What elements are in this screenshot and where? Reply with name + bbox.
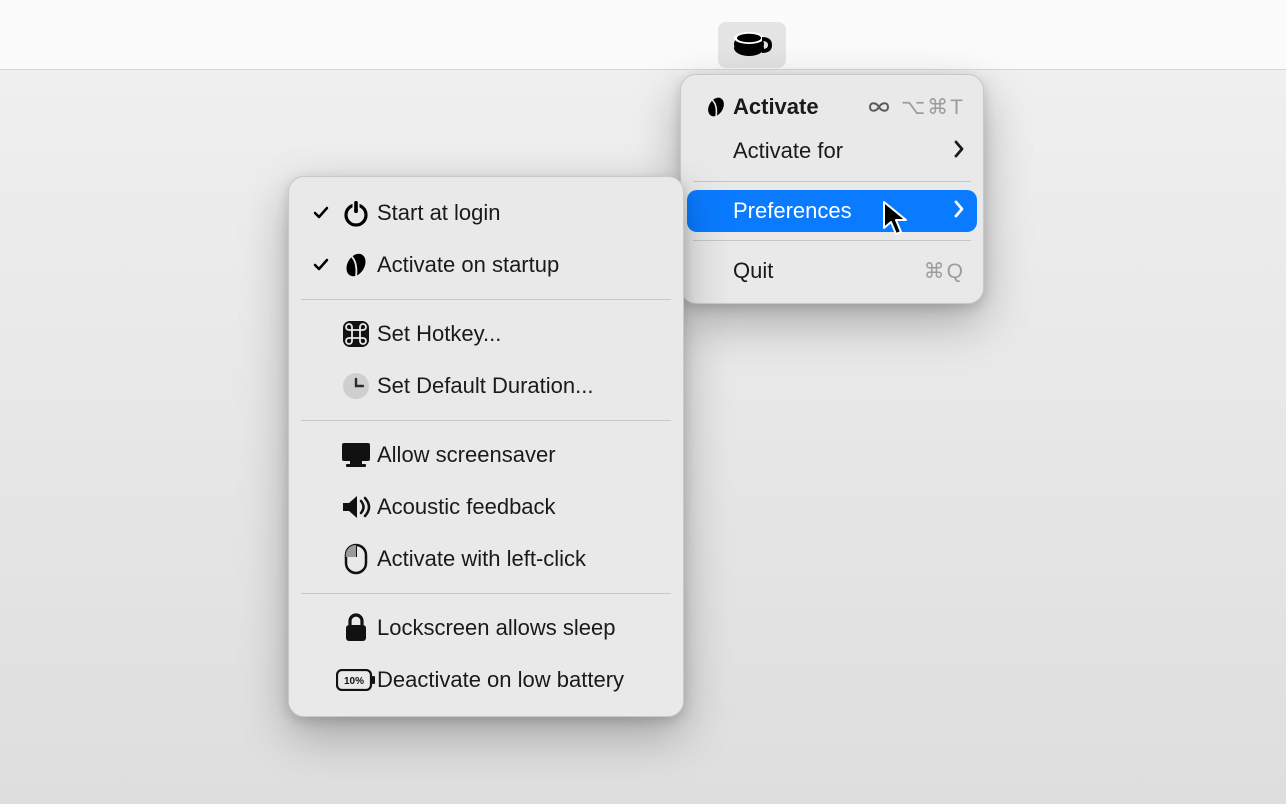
preferences-submenu: Start at login Activate on startup Set H…	[288, 176, 684, 717]
chevron-right-icon	[953, 198, 965, 224]
menu-shortcut: ⌥⌘T	[901, 95, 965, 120]
clock-icon	[335, 371, 377, 401]
pref-lockscreen-sleep[interactable]: Lockscreen allows sleep	[289, 602, 683, 654]
menu-item-label: Activate for	[733, 138, 943, 164]
command-key-icon	[335, 319, 377, 349]
pref-deactivate-low-battery[interactable]: 10% Deactivate on low battery	[289, 654, 683, 706]
speaker-icon	[335, 493, 377, 521]
pref-label: Activate on startup	[377, 252, 661, 278]
checkmark-icon	[307, 256, 335, 274]
battery-icon: 10%	[335, 669, 377, 691]
menubar	[0, 0, 1286, 70]
pref-label: Acoustic feedback	[377, 494, 661, 520]
menu-item-quit[interactable]: Quit ⌘Q	[681, 249, 983, 293]
menu-separator	[301, 420, 671, 421]
pref-allow-screensaver[interactable]: Allow screensaver	[289, 429, 683, 481]
svg-text:10%: 10%	[344, 676, 364, 687]
pref-activate-on-startup[interactable]: Activate on startup	[289, 239, 683, 291]
pref-label: Set Default Duration...	[377, 373, 661, 399]
menubar-app-icon[interactable]	[718, 22, 786, 68]
infinity-icon	[867, 100, 891, 114]
checkmark-icon	[307, 204, 335, 222]
coffee-cup-icon	[732, 25, 772, 66]
pref-label: Lockscreen allows sleep	[377, 615, 661, 641]
menu-item-label: Preferences	[733, 198, 943, 224]
pref-label: Set Hotkey...	[377, 321, 661, 347]
pref-activate-left-click[interactable]: Activate with left-click	[289, 533, 683, 585]
monitor-icon	[335, 441, 377, 469]
bean-icon	[335, 251, 377, 279]
menu-shortcut: ⌘Q	[924, 259, 965, 284]
mouse-icon	[335, 543, 377, 575]
main-menu: Activate ⌥⌘T Activate for Preferences Qu…	[680, 74, 984, 304]
pref-label: Allow screensaver	[377, 442, 661, 468]
pref-start-at-login[interactable]: Start at login	[289, 187, 683, 239]
pref-label: Deactivate on low battery	[377, 667, 661, 693]
lock-icon	[335, 613, 377, 643]
chevron-right-icon	[953, 138, 965, 164]
pref-set-hotkey[interactable]: Set Hotkey...	[289, 308, 683, 360]
menu-separator	[693, 240, 971, 241]
pref-acoustic-feedback[interactable]: Acoustic feedback	[289, 481, 683, 533]
menu-separator	[301, 593, 671, 594]
menu-item-activate-for[interactable]: Activate for	[681, 129, 983, 173]
power-icon	[335, 198, 377, 228]
menu-separator	[301, 299, 671, 300]
pref-label: Activate with left-click	[377, 546, 661, 572]
menu-item-label: Activate	[733, 94, 859, 120]
menu-item-label: Quit	[733, 258, 914, 284]
menu-item-activate[interactable]: Activate ⌥⌘T	[681, 85, 983, 129]
pref-label: Start at login	[377, 200, 661, 226]
bean-icon	[699, 96, 733, 118]
menu-separator	[693, 181, 971, 182]
menu-item-preferences[interactable]: Preferences	[687, 190, 977, 232]
pref-set-default-duration[interactable]: Set Default Duration...	[289, 360, 683, 412]
